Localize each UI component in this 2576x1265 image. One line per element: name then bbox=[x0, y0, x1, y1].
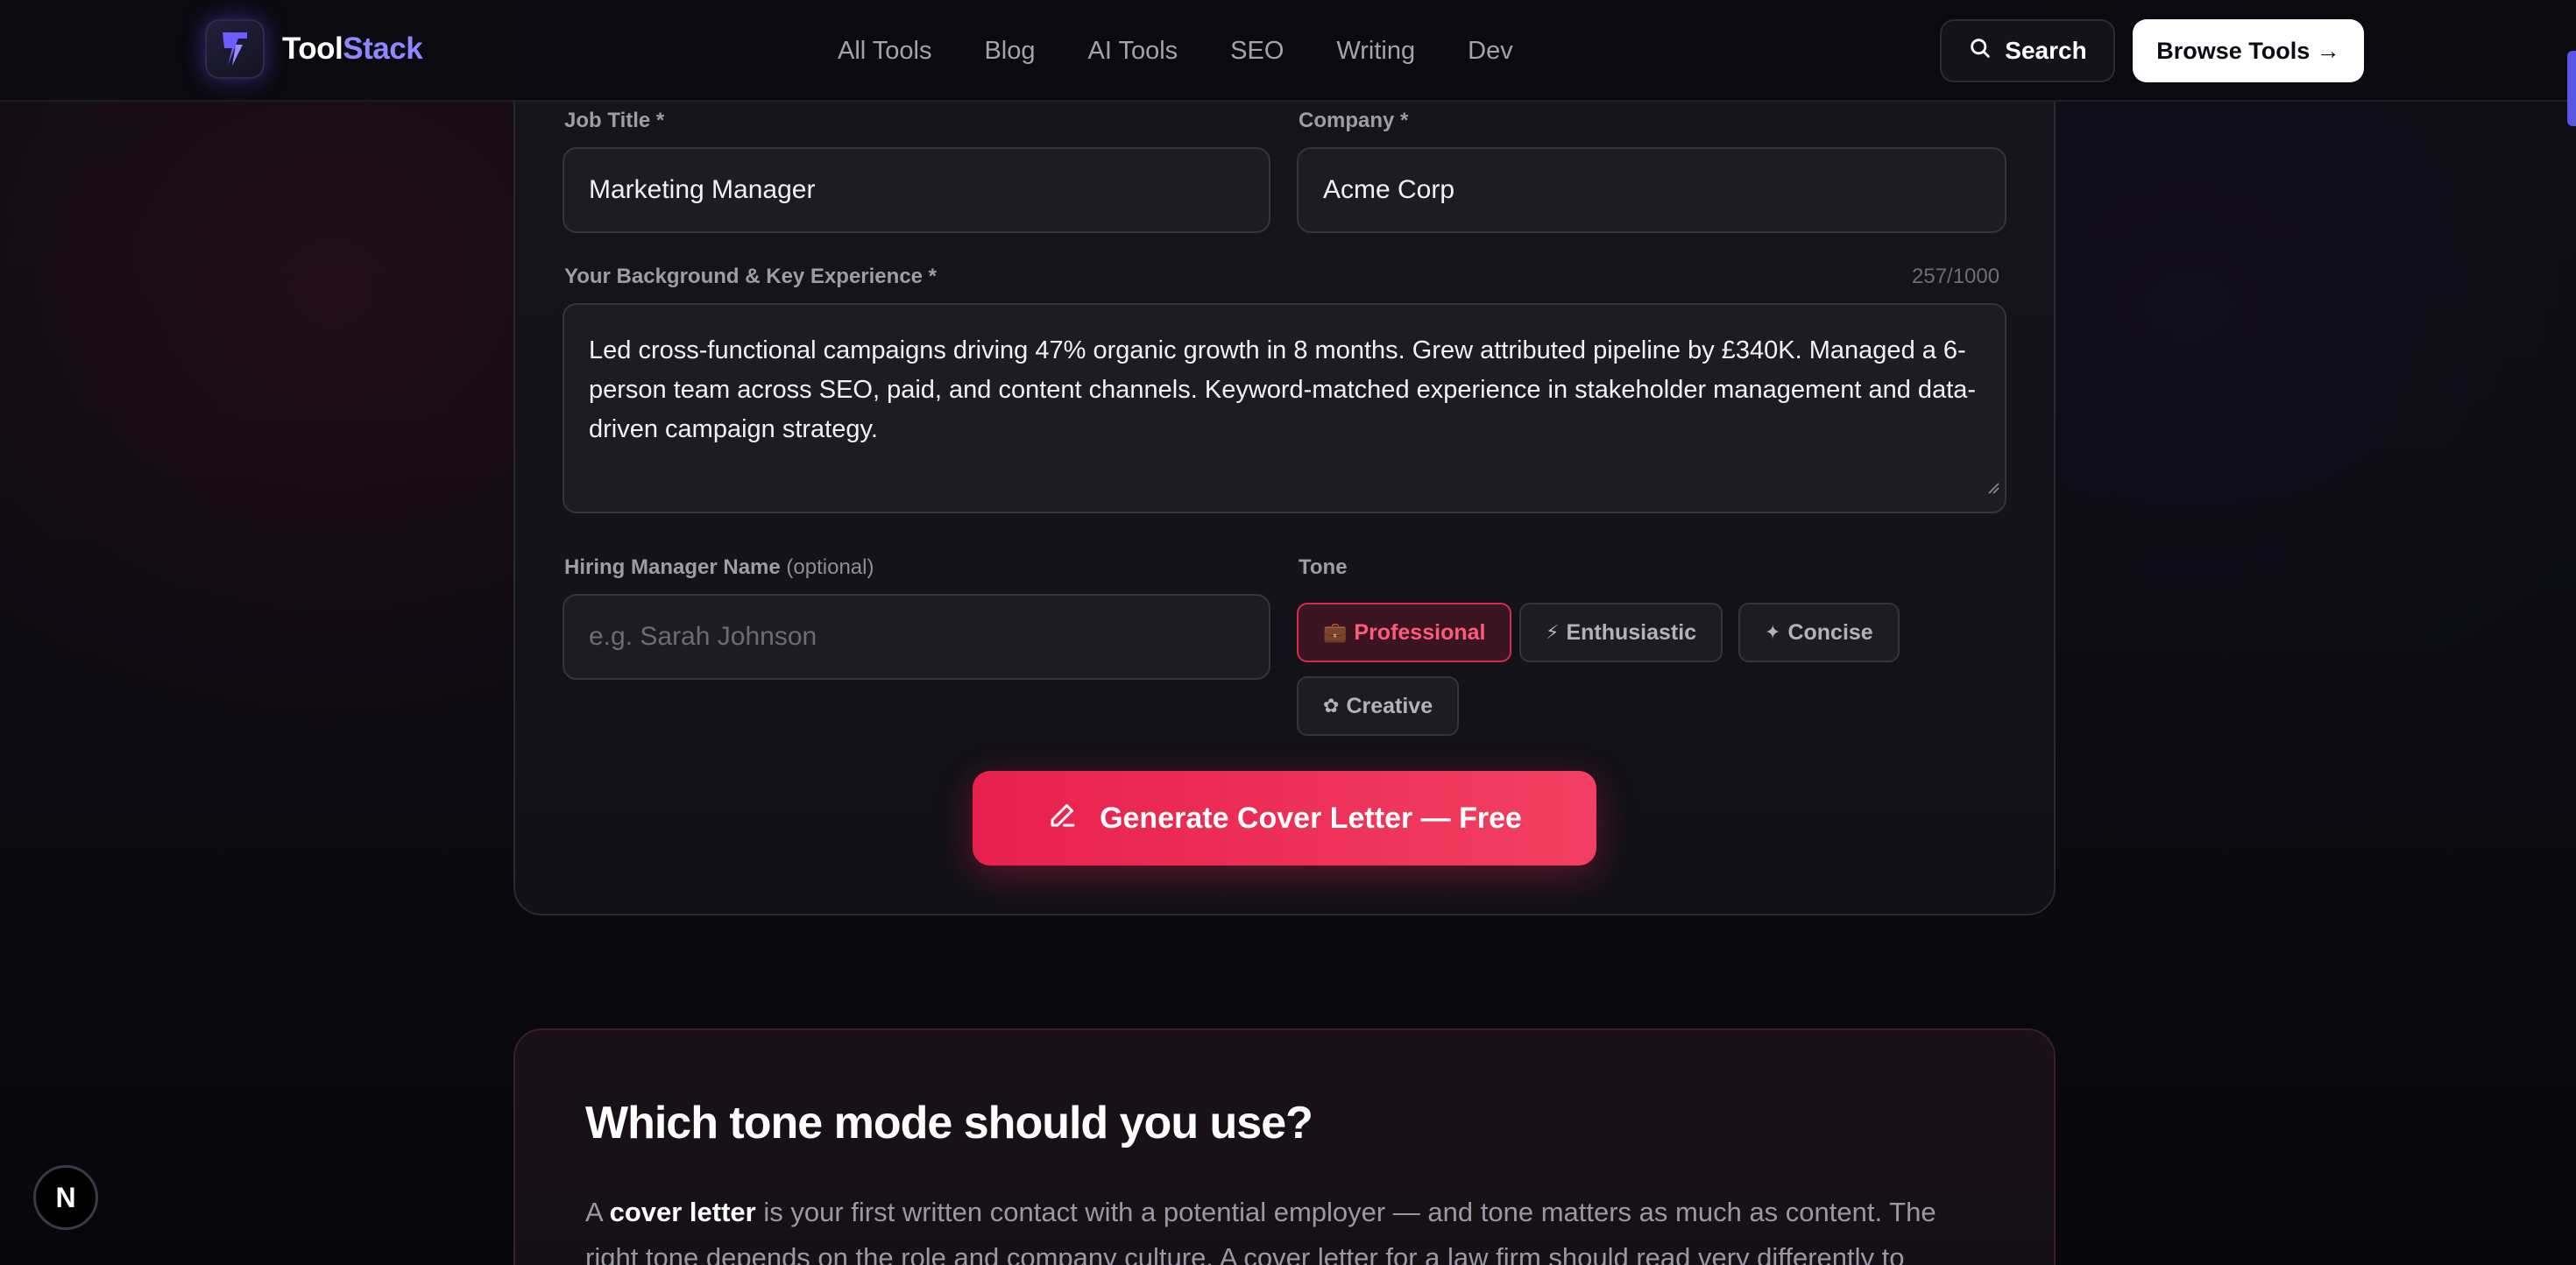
hiring-manager-label: Hiring Manager Name (optional) bbox=[564, 555, 874, 579]
flower-icon: ✿ bbox=[1323, 695, 1340, 717]
logo-link[interactable]: ToolStack bbox=[205, 19, 423, 79]
search-icon bbox=[1968, 36, 1992, 67]
tone-option-enthusiastic[interactable]: ⚡ Enthusiastic bbox=[1519, 603, 1723, 662]
top-navbar: ToolStack All Tools Blog AI Tools SEO Wr… bbox=[0, 0, 2576, 102]
main-nav: All Tools Blog AI Tools SEO Writing Dev bbox=[838, 0, 1513, 102]
company-label: Company * bbox=[1299, 109, 1409, 132]
tone-info-paragraph: A cover letter is your first written con… bbox=[585, 1197, 1936, 1265]
hiring-manager-input[interactable]: e.g. Sarah Johnson bbox=[563, 594, 1270, 680]
search-button-label: Search bbox=[2005, 37, 2087, 64]
pencil-icon bbox=[1047, 799, 1079, 838]
resize-handle-icon[interactable] bbox=[1987, 467, 1999, 506]
brand-name: ToolStack bbox=[282, 32, 423, 66]
sparkle-icon: ✦ bbox=[1765, 621, 1781, 643]
background-label: Your Background & Key Experience * bbox=[564, 265, 938, 288]
search-button[interactable]: Search bbox=[1940, 19, 2115, 82]
nav-link-dev[interactable]: Dev bbox=[1468, 37, 1513, 66]
nav-link-blog[interactable]: Blog bbox=[984, 37, 1035, 66]
dev-tools-badge[interactable]: N bbox=[33, 1165, 98, 1230]
nav-link-all-tools[interactable]: All Tools bbox=[838, 37, 931, 66]
nav-link-seo[interactable]: SEO bbox=[1230, 37, 1284, 66]
tone-label: Tone bbox=[1299, 555, 1348, 579]
tone-option-professional[interactable]: 💼 Professional bbox=[1297, 603, 1512, 662]
scrollbar-thumb[interactable] bbox=[2567, 51, 2576, 126]
background-textarea[interactable]: Led cross-functional campaigns driving 4… bbox=[563, 303, 2006, 513]
background-text: Led cross-functional campaigns driving 4… bbox=[589, 336, 1977, 443]
nav-link-ai-tools[interactable]: AI Tools bbox=[1088, 37, 1178, 66]
tone-info-heading: Which tone mode should you use? bbox=[585, 1098, 1313, 1148]
generate-cover-letter-button[interactable]: Generate Cover Letter — Free bbox=[973, 771, 1596, 866]
briefcase-icon: 💼 bbox=[1323, 621, 1348, 643]
toolstack-logo-icon bbox=[205, 19, 265, 79]
browse-tools-button[interactable]: Browse Tools → bbox=[2133, 19, 2364, 82]
tone-option-concise[interactable]: ✦ Concise bbox=[1738, 603, 1900, 662]
character-counter: 257/1000 bbox=[1912, 265, 2000, 288]
job-title-input[interactable]: Marketing Manager bbox=[563, 147, 1270, 233]
tone-option-creative[interactable]: ✿ Creative bbox=[1297, 676, 1460, 736]
job-title-label: Job Title * bbox=[564, 109, 665, 132]
lightning-icon: ⚡ bbox=[1546, 621, 1560, 643]
company-input[interactable]: Acme Corp bbox=[1297, 147, 2006, 233]
nav-link-writing[interactable]: Writing bbox=[1336, 37, 1415, 66]
cover-letter-link: cover letter bbox=[609, 1197, 756, 1227]
generate-button-label: Generate Cover Letter — Free bbox=[1100, 801, 1522, 835]
